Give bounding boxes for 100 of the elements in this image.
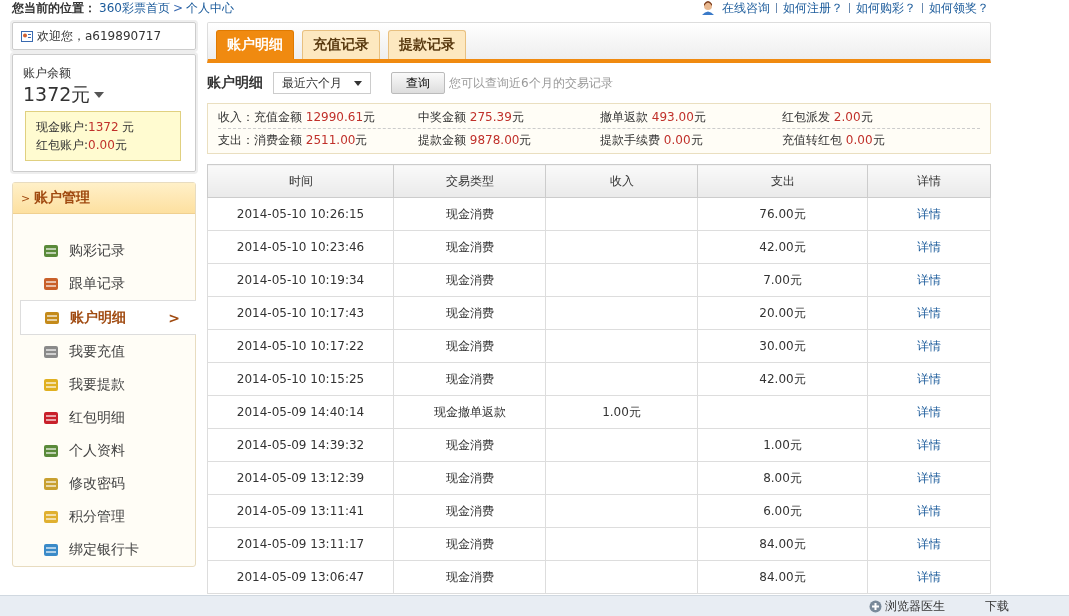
breadcrumb-link[interactable]: 360彩票首页	[99, 1, 170, 15]
details-link[interactable]: 详情	[917, 338, 941, 353]
tab[interactable]: 提款记录	[388, 30, 466, 59]
table-cell: 2014-05-10 10:15:25	[207, 362, 394, 396]
sidebar-item[interactable]: 积分管理	[13, 500, 195, 533]
table-cell: 42.00元	[697, 362, 868, 396]
breadcrumb-label: 您当前的位置：	[12, 1, 96, 15]
table-cell: 7.00元	[697, 263, 868, 297]
details-link[interactable]: 详情	[917, 305, 941, 320]
table-cell: 2014-05-09 13:06:47	[207, 560, 394, 594]
menu-item-icon	[43, 442, 59, 459]
table-cell: 2014-05-10 10:26:15	[207, 197, 394, 231]
details-link[interactable]: 详情	[917, 437, 941, 452]
sidebar-item[interactable]: 跟单记录	[13, 267, 195, 300]
sidebar-item[interactable]: 我要提款	[13, 368, 195, 401]
help-link[interactable]: 如何购彩？	[856, 1, 916, 15]
account-balance-line: 红包账户:0.00元	[36, 137, 128, 154]
menu-item-icon	[43, 475, 59, 492]
table-cell: 现金消费	[393, 461, 546, 495]
tab[interactable]: 充值记录	[302, 30, 380, 59]
support-agent-icon	[700, 1, 716, 15]
table-cell: 现金消费	[393, 428, 546, 462]
column-header: 支出	[697, 164, 868, 198]
balance-amount: 1372元	[23, 82, 91, 107]
details-link[interactable]: 详情	[917, 272, 941, 287]
plus-icon	[869, 599, 882, 613]
table-cell: 1.00元	[697, 428, 868, 462]
table-cell: 2014-05-09 13:11:41	[207, 494, 394, 528]
table-cell: 30.00元	[697, 329, 868, 363]
menu-item-icon	[43, 242, 59, 259]
table-cell: 76.00元	[697, 197, 868, 231]
table-cell: 1.00元	[545, 395, 698, 429]
balance-label: 账户余额	[23, 65, 72, 82]
table-cell: 现金消费	[393, 296, 546, 330]
sidebar-item[interactable]: 修改密码	[13, 467, 195, 500]
details-link[interactable]: 详情	[917, 569, 941, 584]
table-cell: 现金消费	[393, 263, 546, 297]
sidebar-item[interactable]: 账户明细 >	[20, 300, 196, 335]
details-link[interactable]: 详情	[917, 404, 941, 419]
menu-item-icon	[43, 343, 59, 360]
table-cell: 现金消费	[393, 197, 546, 231]
details-link[interactable]: 详情	[917, 470, 941, 485]
caret-icon[interactable]	[94, 92, 105, 98]
summary-item: 支出：消费金额 2511.00元	[218, 131, 369, 149]
welcome-text: 欢迎您，a619890717	[37, 27, 162, 45]
sidebar-item[interactable]: 我要充值	[13, 335, 195, 368]
table-cell: 现金消费	[393, 362, 546, 396]
column-header: 时间	[207, 164, 394, 198]
menu-item-icon	[43, 376, 59, 393]
column-header: 详情	[867, 164, 991, 198]
table-cell: 2014-05-10 10:19:34	[207, 263, 394, 297]
table-cell: 2014-05-10 10:17:43	[207, 296, 394, 330]
summary-item: 充值转红包 0.00元	[782, 131, 886, 149]
table-cell: 2014-05-09 14:40:14	[207, 395, 394, 429]
summary-item: 红包派发 2.00元	[782, 108, 874, 126]
table-cell: 2014-05-09 13:11:17	[207, 527, 394, 561]
period-dropdown[interactable]: 最近六个月	[273, 72, 371, 94]
summary-item: 中奖金额 275.39元	[418, 108, 525, 126]
summary-item: 撤单返款 493.00元	[600, 108, 707, 126]
table-cell: 2014-05-09 13:12:39	[207, 461, 394, 495]
chevron-icon: >	[168, 309, 180, 326]
table-cell: 现金消费	[393, 527, 546, 561]
id-card-icon	[21, 30, 33, 42]
menu-item-icon	[43, 541, 59, 558]
table-cell: 20.00元	[697, 296, 868, 330]
menu-item-icon	[43, 409, 59, 426]
details-link[interactable]: 详情	[917, 503, 941, 518]
column-header: 交易类型	[393, 164, 546, 198]
section-title: 账户明细	[207, 74, 263, 92]
chevron-icon: >	[21, 191, 31, 205]
breadcrumb-link[interactable]: 个人中心	[185, 1, 234, 15]
column-header: 收入	[545, 164, 698, 198]
sidebar-title: 账户管理	[34, 189, 91, 207]
summary-item: 提款手续费 0.00元	[600, 131, 704, 149]
details-link[interactable]: 详情	[917, 239, 941, 254]
query-button[interactable]: 查询	[391, 72, 445, 94]
sidebar-item[interactable]: 购彩记录	[13, 234, 195, 267]
table-cell: 现金消费	[393, 560, 546, 594]
sidebar-item[interactable]: 绑定银行卡	[13, 533, 195, 566]
details-link[interactable]: 详情	[917, 371, 941, 386]
table-cell: 2014-05-10 10:23:46	[207, 230, 394, 264]
help-link[interactable]: 如何注册？	[783, 1, 843, 15]
sidebar-item[interactable]: 个人资料	[13, 434, 195, 467]
hint-text: 您可以查询近6个月的交易记录	[449, 74, 613, 92]
breadcrumb-separator: >	[172, 1, 183, 15]
summary-item: 提款金额 9878.00元	[418, 131, 533, 149]
details-link[interactable]: 详情	[917, 206, 941, 221]
help-link[interactable]: 如何领奖？	[929, 1, 989, 15]
table-cell: 2014-05-09 14:39:32	[207, 428, 394, 462]
table-cell: 8.00元	[697, 461, 868, 495]
details-link[interactable]: 详情	[917, 536, 941, 551]
status-bar-item[interactable]: 浏览器医生	[869, 597, 945, 615]
table-cell: 现金消费	[393, 329, 546, 363]
table-cell: 现金撤单返款	[393, 395, 546, 429]
table-cell: 42.00元	[697, 230, 868, 264]
help-link[interactable]: 在线咨询	[722, 1, 770, 15]
sidebar-item[interactable]: 红包明细	[13, 401, 195, 434]
menu-item-icon	[43, 508, 59, 525]
status-bar-item[interactable]: 下载	[985, 597, 1009, 615]
account-balance-line: 现金账户:1372 元	[36, 119, 136, 136]
